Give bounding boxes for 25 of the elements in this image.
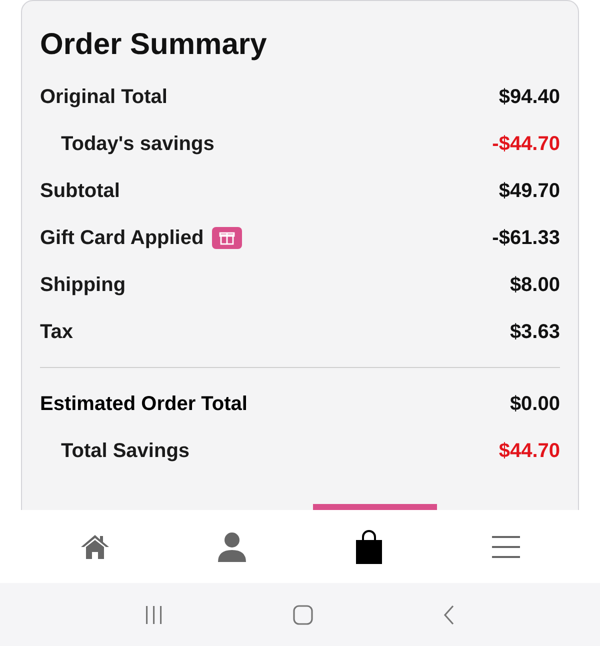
row-label: Today's savings: [61, 132, 214, 156]
row-value: $3.63: [510, 320, 560, 344]
row-label: Gift Card Applied: [40, 226, 204, 250]
row-label: Tax: [40, 320, 73, 344]
menu-icon[interactable]: [492, 534, 520, 558]
home-button-icon[interactable]: [292, 604, 314, 626]
row-value: -$61.33: [492, 226, 560, 250]
row-label: Total Savings: [61, 438, 190, 464]
row-value: $44.70: [498, 438, 560, 464]
row-value: $8.00: [510, 272, 560, 298]
gift-icon: [212, 226, 242, 248]
back-icon[interactable]: [442, 604, 456, 626]
shopping-bag-icon[interactable]: [354, 530, 382, 564]
summary-title: Order Summary: [40, 27, 268, 63]
row-value: $49.70: [498, 178, 560, 204]
home-icon[interactable]: [80, 534, 110, 560]
row-value: $94.40: [498, 84, 560, 110]
row-label: Subtotal: [40, 178, 120, 204]
person-icon[interactable]: [218, 532, 246, 562]
row-value: $0.00: [510, 392, 560, 416]
row-label: Estimated Order Total: [40, 392, 248, 416]
recent-apps-icon[interactable]: [144, 604, 164, 624]
row-label: Shipping: [40, 272, 126, 298]
row-label: Original Total: [40, 84, 168, 110]
row-value: -$44.70: [492, 132, 560, 156]
